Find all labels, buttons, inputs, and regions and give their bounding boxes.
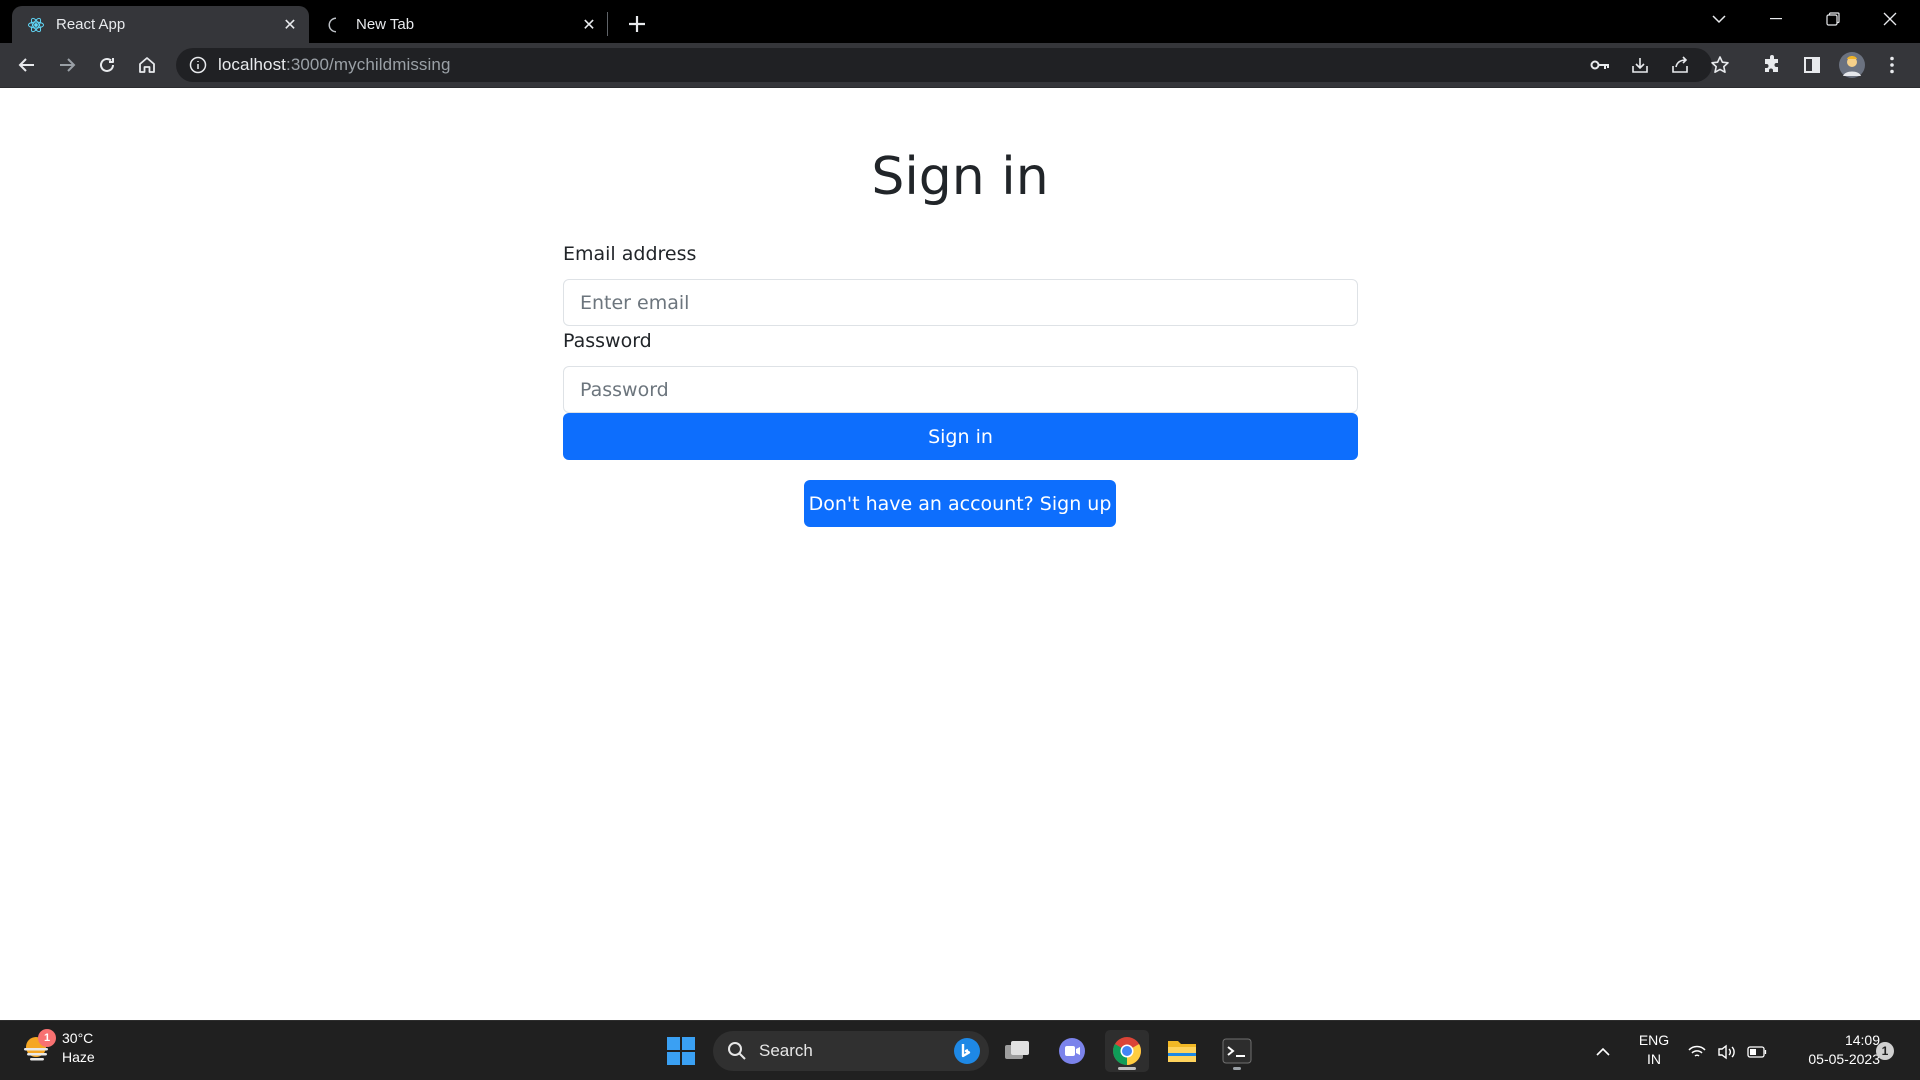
notification-count: 1	[1881, 1044, 1889, 1058]
react-icon	[26, 15, 46, 35]
taskbar: 1 30°C Haze Search ENG IN 14:09 05-05-20…	[0, 1020, 1920, 1080]
start-button[interactable]	[659, 1030, 703, 1072]
tab-divider	[607, 12, 608, 36]
share-icon[interactable]	[1670, 55, 1690, 75]
bing-icon[interactable]	[953, 1037, 981, 1070]
browser-menu-icon[interactable]	[1876, 49, 1908, 81]
tab-title: New Tab	[356, 16, 415, 33]
clock-date: 05-05-2023	[1808, 1051, 1880, 1067]
forward-button[interactable]	[51, 49, 83, 81]
weather-widget[interactable]: 1 30°C Haze	[20, 1029, 95, 1067]
email-label: Email address	[563, 243, 697, 265]
weather-alert-badge: 1	[38, 1029, 56, 1047]
side-panel-icon[interactable]	[1796, 49, 1828, 81]
notification-badge[interactable]: 1	[1874, 1040, 1896, 1062]
terminal-icon	[1222, 1038, 1252, 1064]
language-code: ENG	[1638, 1032, 1670, 1048]
close-tab-icon[interactable]: ✕	[279, 14, 301, 36]
sign-up-button[interactable]: Don't have an account? Sign up	[804, 480, 1116, 527]
search-icon	[728, 1042, 746, 1060]
task-view-icon	[1005, 1041, 1029, 1059]
battery-icon[interactable]	[1746, 1041, 1768, 1063]
url-path: :3000/mychildmissing	[286, 55, 451, 74]
password-label: Password	[563, 330, 652, 352]
weather-haze-icon: 1	[20, 1029, 56, 1065]
minimize-button[interactable]	[1748, 0, 1804, 38]
reload-button[interactable]	[91, 49, 123, 81]
terminal-button[interactable]	[1215, 1030, 1259, 1072]
folder-icon	[1168, 1041, 1196, 1062]
url-host: localhost	[218, 55, 286, 74]
weather-condition: Haze	[62, 1049, 95, 1065]
teams-chat-button[interactable]	[1050, 1030, 1094, 1072]
page-title: Sign in	[871, 147, 1049, 207]
chrome-icon	[1113, 1037, 1141, 1065]
new-tab-button[interactable]	[622, 9, 652, 39]
running-app-indicator	[1233, 1067, 1241, 1070]
email-field[interactable]	[563, 279, 1358, 326]
chrome-taskbar-button[interactable]	[1105, 1030, 1149, 1072]
tab-new-tab[interactable]: New Tab ✕	[312, 6, 608, 43]
home-button[interactable]	[131, 49, 163, 81]
browser-titlebar: React App ✕ New Tab ✕	[0, 0, 1920, 43]
extensions-puzzle-icon[interactable]	[1756, 49, 1788, 81]
page-content: Sign in Email address Password Sign in D…	[0, 89, 1920, 1020]
active-app-indicator	[1118, 1067, 1136, 1070]
address-bar[interactable]: localhost:3000/mychildmissing	[176, 48, 1729, 82]
install-app-icon[interactable]	[1630, 55, 1650, 75]
password-field[interactable]	[563, 366, 1358, 413]
close-window-button[interactable]	[1862, 0, 1918, 38]
weather-temp: 30°C	[62, 1030, 94, 1046]
taskbar-search[interactable]: Search	[713, 1031, 989, 1071]
windows-logo-icon	[667, 1037, 695, 1065]
password-key-icon[interactable]	[1590, 55, 1610, 75]
file-explorer-button[interactable]	[1160, 1030, 1204, 1072]
url-text: localhost:3000/mychildmissing	[218, 55, 451, 75]
wifi-icon[interactable]	[1686, 1041, 1708, 1063]
weather-text: 30°C Haze	[62, 1029, 95, 1067]
bookmark-star-icon[interactable]	[1710, 55, 1730, 75]
site-info-icon[interactable]	[188, 55, 208, 75]
tab-search-chevron-icon[interactable]	[1691, 0, 1747, 38]
task-view-button[interactable]	[995, 1030, 1039, 1072]
back-button[interactable]	[11, 49, 43, 81]
teams-chat-icon	[1059, 1038, 1085, 1064]
sign-in-button[interactable]: Sign in	[563, 413, 1358, 460]
tab-title: React App	[56, 16, 126, 33]
clock[interactable]: 14:09 05-05-2023	[1780, 1031, 1880, 1069]
restore-button[interactable]	[1805, 0, 1861, 38]
search-label: Search	[759, 1041, 813, 1060]
loading-spinner-icon	[326, 15, 346, 35]
region-code: IN	[1647, 1051, 1661, 1067]
input-language[interactable]: ENG IN	[1634, 1031, 1674, 1069]
browser-toolbar: localhost:3000/mychildmissing	[0, 43, 1920, 88]
show-hidden-icons-chevron[interactable]	[1592, 1041, 1614, 1063]
volume-icon[interactable]	[1716, 1041, 1738, 1063]
tab-react-app[interactable]: React App ✕	[12, 6, 309, 43]
close-tab-icon[interactable]: ✕	[578, 14, 600, 36]
clock-time: 14:09	[1844, 1032, 1880, 1048]
profile-avatar[interactable]	[1836, 49, 1868, 81]
